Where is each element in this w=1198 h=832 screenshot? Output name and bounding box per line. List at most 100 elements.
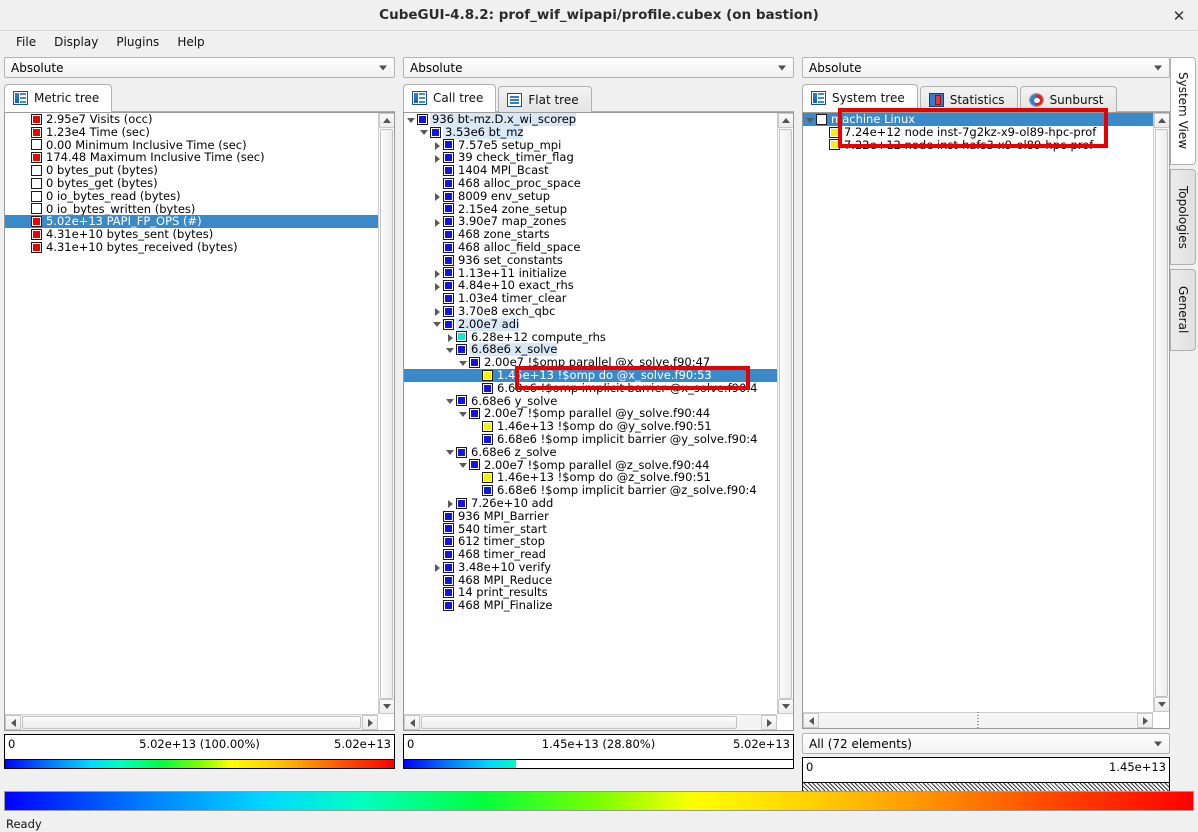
menu-item-file[interactable]: File [8, 33, 44, 51]
chevron-right-icon[interactable] [432, 279, 443, 292]
tree-row-label: 1.46e+13 !$omp do @y_solve.f90:51 [497, 419, 712, 434]
tree-row[interactable]: 0 io_bytes_read (bytes) [5, 189, 378, 203]
scroll-thumb[interactable] [380, 129, 393, 699]
scroll-thumb[interactable] [1155, 129, 1168, 697]
tree-row[interactable]: 468 alloc_proc_space [404, 177, 777, 190]
tree-row[interactable]: 468 MPI_Finalize [404, 599, 777, 612]
tree-row[interactable]: 0 bytes_get (bytes) [5, 177, 378, 190]
system-mode-combo[interactable]: Absolute [802, 57, 1170, 78]
tree-row[interactable]: 3.70e8 exch_qbc [404, 305, 777, 318]
tree-row[interactable]: 3.48e+10 verify [404, 561, 777, 574]
menu-item-plugins[interactable]: Plugins [108, 33, 167, 51]
tree-row[interactable]: 6.68e6 !$omp implicit barrier @z_solve.f… [404, 484, 777, 497]
chevron-right-icon[interactable] [432, 190, 443, 203]
side-tab-system-view[interactable]: System View [1170, 57, 1196, 165]
scroll-thumb[interactable] [779, 129, 792, 699]
chevron-down-icon[interactable] [432, 318, 443, 331]
scroll-thumb[interactable] [22, 716, 361, 729]
scroll-thumb[interactable] [421, 716, 737, 729]
severity-color-icon [456, 446, 467, 458]
tree-row[interactable]: 468 timer_read [404, 548, 777, 561]
call-tree-vertical-scrollbar[interactable] [777, 113, 793, 714]
scroll-up-button[interactable] [1154, 113, 1169, 128]
tree-row[interactable]: 3.53e6 bt_mz [404, 125, 777, 139]
metric-value-bar: 0 5.02e+13 (100.00%) 5.02e+13 [4, 734, 395, 760]
chevron-down-icon[interactable] [419, 126, 430, 139]
right-side-tabs: System View Topologies General [1170, 57, 1198, 355]
tab-sunburst[interactable]: Sunburst [1019, 86, 1117, 112]
tree-row[interactable]: 6.68e6 !$omp implicit barrier @y_solve.f… [404, 433, 777, 446]
menu-item-help[interactable]: Help [169, 33, 212, 51]
scroll-right-button[interactable] [362, 715, 378, 730]
chevron-right-icon[interactable] [432, 151, 443, 164]
system-tree-horizontal-scrollbar[interactable] [803, 711, 1153, 728]
chevron-down-icon[interactable] [445, 343, 456, 356]
chevron-down-icon[interactable] [406, 113, 417, 126]
tree-row[interactable]: machine Linux [803, 113, 1153, 126]
tab-system-tree[interactable]: System tree [802, 84, 918, 112]
chevron-down-icon[interactable] [445, 395, 456, 408]
scroll-left-button[interactable] [404, 715, 420, 730]
tree-row[interactable]: 1.46e+13 !$omp do @y_solve.f90:51 [404, 420, 777, 433]
scroll-right-button[interactable] [761, 715, 777, 730]
metric-tree-vertical-scrollbar[interactable] [378, 113, 394, 714]
call-mode-combo[interactable]: Absolute [403, 57, 794, 78]
scroll-up-button[interactable] [778, 113, 793, 128]
tree-row[interactable]: 936 bt-mz.D.x_wi_scorep [404, 113, 777, 126]
tree-row[interactable]: 6.68e6 z_solve [404, 445, 777, 459]
chevron-down-icon[interactable] [458, 356, 469, 369]
tree-row-label: 6.68e6 !$omp implicit barrier @z_solve.f… [497, 483, 757, 498]
tab-metric-tree[interactable]: Metric tree [4, 84, 113, 112]
chevron-right-icon[interactable] [432, 215, 443, 228]
system-tree-view[interactable]: machine Linux 7.24e+12 node inst-7g2kz-x9… [802, 112, 1170, 729]
call-tree-horizontal-scrollbar[interactable] [404, 714, 777, 730]
chevron-right-icon[interactable] [445, 497, 456, 510]
system-element-selector[interactable]: All (72 elements) [802, 733, 1170, 754]
chevron-right-icon[interactable] [445, 331, 456, 344]
metric-tree-view[interactable]: 2.95e7 Visits (occ) 1.23e4 Time (sec) 0.00… [4, 112, 395, 731]
system-tree-vertical-scrollbar[interactable] [1153, 113, 1169, 712]
tree-row[interactable]: 936 set_constants [404, 253, 777, 267]
tree-row[interactable]: 1.45e+13 !$omp do @x_solve.f90:53 [404, 369, 777, 382]
severity-color-icon [443, 203, 454, 215]
menu-item-display[interactable]: Display [46, 33, 106, 51]
tree-row[interactable]: 6.28e+12 compute_rhs [404, 330, 777, 344]
chevron-right-icon[interactable] [432, 305, 443, 318]
tree-row[interactable]: 7.22e+12 node inst-hafs3-x9-ol89-hpc-pro… [803, 138, 1153, 152]
close-icon[interactable]: ✕ [1170, 7, 1188, 25]
side-tab-topologies[interactable]: Topologies [1170, 169, 1196, 265]
scroll-down-button[interactable] [1154, 697, 1169, 712]
scroll-left-button[interactable] [803, 713, 819, 728]
tree-row[interactable]: 8009 env_setup [404, 189, 777, 203]
tree-row[interactable]: 936 MPI_Barrier [404, 509, 777, 523]
scroll-down-button[interactable] [778, 699, 793, 714]
scroll-down-button[interactable] [379, 699, 394, 714]
chevron-right-icon[interactable] [432, 267, 443, 280]
tree-row[interactable]: 468 alloc_field_space [404, 241, 777, 254]
scroll-right-button[interactable] [1137, 713, 1153, 728]
tree-row[interactable]: 1.23e4 Time (sec) [5, 125, 378, 139]
tab-call-tree[interactable]: Call tree [403, 84, 497, 112]
chevron-down-icon[interactable] [805, 113, 816, 126]
tree-row[interactable]: 7.24e+12 node inst-7g2kz-x9-ol89-hpc-pro… [803, 125, 1153, 139]
chevron-down-icon[interactable] [458, 407, 469, 420]
tree-row[interactable]: 2.00e7 adi [404, 317, 777, 331]
call-tree-view[interactable]: 936 bt-mz.D.x_wi_scorep 3.53e6 bt_mz 7.57e… [403, 112, 794, 731]
scroll-up-button[interactable] [379, 113, 394, 128]
chevron-right-icon[interactable] [432, 139, 443, 152]
scroll-left-button[interactable] [5, 715, 21, 730]
metric-tree-horizontal-scrollbar[interactable] [5, 714, 378, 730]
tree-row[interactable]: 7.26e+10 add [404, 497, 777, 510]
side-tab-general[interactable]: General [1170, 269, 1196, 351]
chevron-down-icon[interactable] [458, 459, 469, 472]
chevron-down-icon[interactable] [445, 446, 456, 459]
tab-flat-tree[interactable]: Flat tree [498, 86, 592, 112]
chevron-right-icon[interactable] [432, 561, 443, 574]
tree-row[interactable]: 6.68e6 !$omp implicit barrier @x_solve.f… [404, 381, 777, 395]
metric-mode-combo[interactable]: Absolute [4, 57, 395, 78]
severity-color-icon [443, 510, 454, 522]
tab-statistics[interactable]: Statistics [919, 86, 1018, 112]
tree-row[interactable]: 4.31e+10 bytes_received (bytes) [5, 241, 378, 254]
tree-row[interactable]: 2.95e7 Visits (occ) [5, 113, 378, 126]
